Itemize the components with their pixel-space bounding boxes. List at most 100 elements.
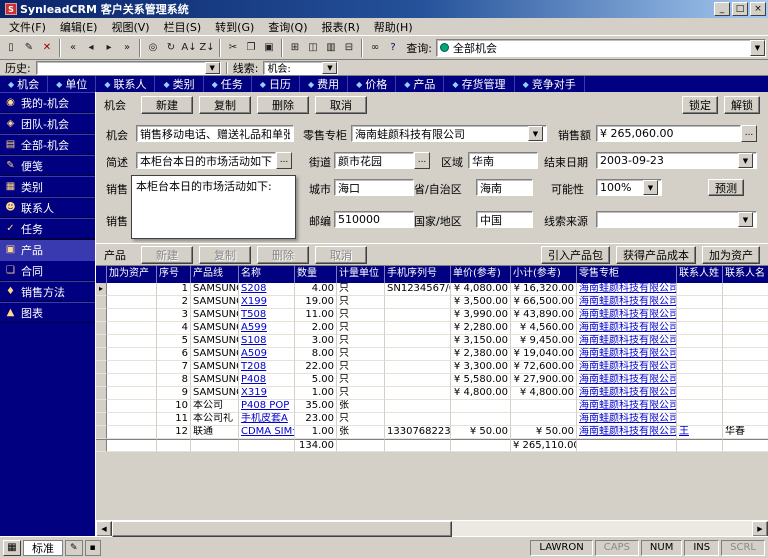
cell-link[interactable]: X319: [241, 387, 267, 398]
menu-item[interactable]: 栏目(S): [157, 18, 209, 36]
cell-link[interactable]: 海南蛙颜科技有限公司: [579, 413, 677, 424]
table-row[interactable]: 7SAMSUNGT20822.00只¥ 3,300.00¥ 72,600.00海…: [96, 361, 768, 374]
opportunity-delete-button[interactable]: 删除: [257, 96, 309, 114]
cell-link[interactable]: T208: [241, 361, 266, 372]
tab-calendar[interactable]: ◆日历: [252, 76, 300, 92]
scroll-right-button[interactable]: ▶: [752, 521, 768, 537]
maximize-button[interactable]: □: [732, 2, 748, 16]
column-header[interactable]: 名称: [239, 266, 295, 283]
sidebar-item-contracts[interactable]: ❏合同: [0, 260, 95, 281]
summary-popup[interactable]: 本柜台本日的市场活动如下:: [131, 175, 296, 239]
opportunity-copy-button[interactable]: 复制: [199, 96, 251, 114]
cell-link[interactable]: T508: [241, 309, 266, 320]
cell-link[interactable]: X199: [241, 296, 267, 307]
counter-dropdown-button[interactable]: ▼: [528, 126, 543, 141]
cell-link[interactable]: 海南蛙颜科技有限公司: [579, 322, 677, 333]
first-record-icon[interactable]: «: [64, 38, 82, 58]
next-record-icon[interactable]: ▸: [100, 38, 118, 58]
lead-source-combo[interactable]: ▼: [596, 211, 757, 228]
import-product-pack-button[interactable]: 引入产品包: [541, 246, 610, 264]
window-split-icon[interactable]: ⊟: [340, 38, 358, 58]
menu-item[interactable]: 转到(G): [208, 18, 261, 36]
query-dropdown-button[interactable]: ▼: [750, 40, 765, 56]
cell-link[interactable]: 海南蛙颜科技有限公司: [579, 309, 677, 320]
cell-link[interactable]: A599: [241, 322, 267, 333]
tab-category[interactable]: ◆类别: [155, 76, 203, 92]
cell-link[interactable]: 海南蛙颜科技有限公司: [579, 426, 677, 437]
form-view-icon[interactable]: ◫: [304, 38, 322, 58]
delete-record-icon[interactable]: ✕: [38, 38, 56, 58]
opportunity-new-button[interactable]: 新建: [141, 96, 193, 114]
cell-link[interactable]: 海南蛙颜科技有限公司: [579, 296, 677, 307]
scroll-left-button[interactable]: ◀: [96, 521, 112, 537]
cell-link[interactable]: 海南蛙颜科技有限公司: [579, 387, 677, 398]
cell-link[interactable]: 海南蛙颜科技有限公司: [579, 283, 677, 294]
opportunity-cancel-button[interactable]: 取消: [315, 96, 367, 114]
menu-item[interactable]: 帮助(H): [367, 18, 420, 36]
table-row[interactable]: 5SAMSUNGS1083.00只¥ 3,150.00¥ 9,450.00海南蛙…: [96, 335, 768, 348]
sort-ascending-icon[interactable]: A↓: [180, 38, 198, 58]
column-header[interactable]: 计量单位: [337, 266, 385, 283]
sidebar-item-charts[interactable]: ▲图表: [0, 302, 95, 323]
counter-combo[interactable]: 海南蛙颜科技有限公司 ▼: [351, 125, 547, 142]
sidebar-item-contacts[interactable]: ☻联系人: [0, 197, 95, 218]
cell-link[interactable]: 海南蛙颜科技有限公司: [579, 335, 677, 346]
table-row[interactable]: 11本公司礼手机皮套A23.00只海南蛙颜科技有限公司: [96, 413, 768, 426]
column-layout-icon[interactable]: ▥: [322, 38, 340, 58]
sidebar-item-my-opportunities[interactable]: ◉我的-机会: [0, 92, 95, 113]
tab-expense[interactable]: ◆费用: [300, 76, 348, 92]
prev-record-icon[interactable]: ◂: [82, 38, 100, 58]
region-input[interactable]: 华南: [468, 152, 538, 169]
scrollbar-thumb[interactable]: [112, 521, 452, 537]
grid-view-icon[interactable]: ⊞: [286, 38, 304, 58]
lock-button[interactable]: 锁定: [682, 96, 718, 114]
column-header[interactable]: 加为资产: [107, 266, 157, 283]
cell-link[interactable]: 海南蛙颜科技有限公司: [579, 400, 677, 411]
sidebar-item-all-opportunities[interactable]: ▤全部-机会: [0, 134, 95, 155]
menu-item[interactable]: 编辑(E): [53, 18, 105, 36]
column-header[interactable]: 数量: [295, 266, 337, 283]
cell-link[interactable]: 海南蛙颜科技有限公司: [579, 361, 677, 372]
cell-link[interactable]: P408 POP: [241, 400, 289, 411]
table-row[interactable]: 3SAMSUNGT50811.00只¥ 3,990.00¥ 43,890.00海…: [96, 309, 768, 322]
edit-record-icon[interactable]: ✎: [20, 38, 38, 58]
cell-link[interactable]: 王: [679, 426, 689, 437]
view-grid-icon[interactable]: ▦: [3, 540, 21, 556]
query-combo[interactable]: 全部机会 ▼: [436, 39, 766, 57]
tab-inventory[interactable]: ◆存货管理: [444, 76, 514, 92]
cell-link[interactable]: 手机皮套A: [241, 413, 288, 424]
table-row[interactable]: 8SAMSUNGP4085.00只¥ 5,580.00¥ 27,900.00海南…: [96, 374, 768, 387]
sort-descending-icon[interactable]: Z↓: [198, 38, 216, 58]
add-as-asset-button[interactable]: 加为资产: [702, 246, 760, 264]
table-row[interactable]: 9SAMSUNGX3191.00只¥ 4,800.00¥ 4,800.00海南蛙…: [96, 387, 768, 400]
cell-link[interactable]: S108: [241, 335, 266, 346]
cell-link[interactable]: CDMA SIM卡: [241, 426, 295, 437]
column-header[interactable]: 零售专柜: [577, 266, 677, 283]
column-header[interactable]: 联系人名: [723, 266, 768, 283]
tab-competitors[interactable]: ◆竞争对手: [515, 76, 585, 92]
zip-input[interactable]: 510000: [334, 211, 414, 228]
sidebar-item-notes[interactable]: ✎便笺: [0, 155, 95, 176]
forecast-button[interactable]: 预测: [708, 179, 744, 196]
tab-price[interactable]: ◆价格: [348, 76, 396, 92]
view-tab-pencil-icon[interactable]: ✎: [65, 540, 83, 556]
sidebar-item-tasks[interactable]: ✓任务: [0, 218, 95, 239]
history-dropdown-button[interactable]: ▼: [205, 62, 220, 74]
country-input[interactable]: 中国: [476, 211, 533, 228]
column-header[interactable]: 小计(参考): [511, 266, 577, 283]
lead-dropdown-button[interactable]: ▼: [322, 62, 337, 74]
table-row[interactable]: 4SAMSUNGA5992.00只¥ 2,280.00¥ 4,560.00海南蛙…: [96, 322, 768, 335]
menu-item[interactable]: 文件(F): [2, 18, 53, 36]
horizontal-scrollbar[interactable]: ◀ ▶: [96, 520, 768, 536]
refresh-icon[interactable]: ↻: [162, 38, 180, 58]
cell-link[interactable]: 海南蛙颜科技有限公司: [579, 348, 677, 359]
help-icon[interactable]: ?: [384, 38, 402, 58]
new-record-icon[interactable]: ▯: [2, 38, 20, 58]
cell-link[interactable]: S208: [241, 283, 266, 294]
end-date-dropdown-button[interactable]: ▼: [738, 153, 753, 168]
tab-contacts[interactable]: ◆联系人: [96, 76, 155, 92]
sidebar-item-products[interactable]: ▣产品: [0, 239, 95, 260]
menu-item[interactable]: 查询(Q): [261, 18, 314, 36]
tab-tasks[interactable]: ◆任务: [204, 76, 252, 92]
cut-icon[interactable]: ✂: [224, 38, 242, 58]
